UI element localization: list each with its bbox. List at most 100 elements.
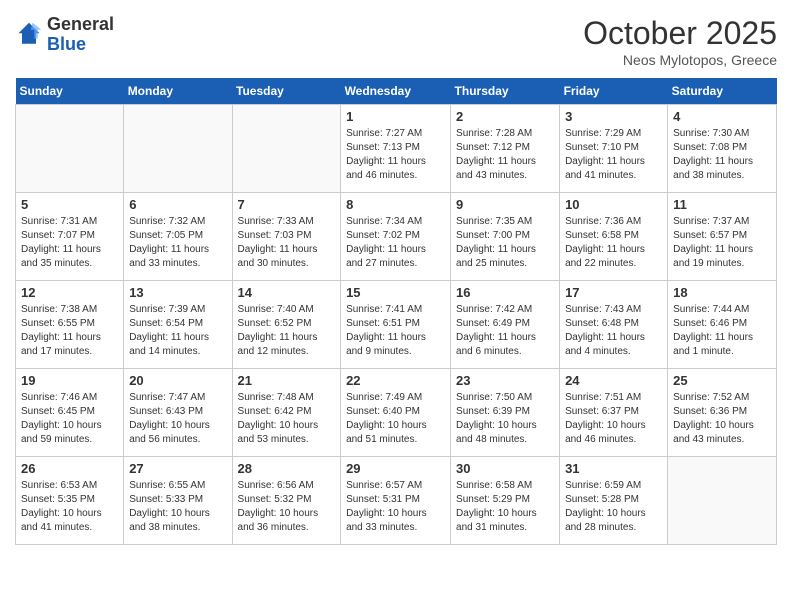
day-number: 11 <box>673 197 771 212</box>
day-info: Sunrise: 7:42 AMSunset: 6:49 PMDaylight:… <box>456 303 554 359</box>
day-cell <box>124 105 232 193</box>
weekday-header: Tuesday <box>232 78 341 105</box>
day-cell: 14 Sunrise: 7:40 AMSunset: 6:52 PMDayligh… <box>232 281 341 369</box>
location-subtitle: Neos Mylotopos, Greece <box>583 52 777 68</box>
day-info: Sunrise: 7:47 AMSunset: 6:43 PMDaylight:… <box>129 391 226 447</box>
day-number: 9 <box>456 197 554 212</box>
day-number: 31 <box>565 461 662 476</box>
day-number: 20 <box>129 373 226 388</box>
calendar-table: SundayMondayTuesdayWednesdayThursdayFrid… <box>15 78 777 545</box>
day-info: Sunrise: 6:57 AMSunset: 5:31 PMDaylight:… <box>346 479 445 535</box>
day-number: 21 <box>238 373 336 388</box>
day-cell: 10Sunrise: 7:36 AMSunset: 6:58 PMDayligh… <box>560 193 668 281</box>
day-cell: 6 Sunrise: 7:32 AMSunset: 7:05 PMDaylight… <box>124 193 232 281</box>
day-info: Sunrise: 7:46 AMSunset: 6:45 PMDaylight:… <box>21 391 118 447</box>
day-info: Sunrise: 7:33 AMSunset: 7:03 PMDaylight:… <box>238 215 336 271</box>
day-number: 15 <box>346 285 445 300</box>
day-cell: 29 Sunrise: 6:57 AMSunset: 5:31 PMDayligh… <box>341 457 451 545</box>
day-info: Sunrise: 7:51 AMSunset: 6:37 PMDaylight:… <box>565 391 662 447</box>
day-cell <box>668 457 777 545</box>
day-info: Sunrise: 7:31 AMSunset: 7:07 PMDaylight:… <box>21 215 118 271</box>
day-cell: 28 Sunrise: 6:56 AMSunset: 5:32 PMDayligh… <box>232 457 341 545</box>
day-info: Sunrise: 7:49 AMSunset: 6:40 PMDaylight:… <box>346 391 445 447</box>
day-number: 28 <box>238 461 336 476</box>
day-cell: 5 Sunrise: 7:31 AMSunset: 7:07 PMDaylight… <box>16 193 124 281</box>
day-info: Sunrise: 6:53 AMSunset: 5:35 PMDaylight:… <box>21 479 118 535</box>
day-cell: 3Sunrise: 7:29 AMSunset: 7:10 PMDaylight… <box>560 105 668 193</box>
month-title: October 2025 <box>583 15 777 52</box>
day-number: 4 <box>673 109 771 124</box>
day-number: 23 <box>456 373 554 388</box>
day-info: Sunrise: 7:43 AMSunset: 6:48 PMDaylight:… <box>565 303 662 359</box>
day-cell: 21 Sunrise: 7:48 AMSunset: 6:42 PMDayligh… <box>232 369 341 457</box>
weekday-header-row: SundayMondayTuesdayWednesdayThursdayFrid… <box>16 78 777 105</box>
day-cell <box>232 105 341 193</box>
day-info: Sunrise: 7:32 AMSunset: 7:05 PMDaylight:… <box>129 215 226 271</box>
logo-line1: General <box>47 15 114 35</box>
day-cell: 4 Sunrise: 7:30 AMSunset: 7:08 PMDaylight… <box>668 105 777 193</box>
day-number: 14 <box>238 285 336 300</box>
day-info: Sunrise: 7:34 AMSunset: 7:02 PMDaylight:… <box>346 215 445 271</box>
day-number: 2 <box>456 109 554 124</box>
day-cell: 8 Sunrise: 7:34 AMSunset: 7:02 PMDaylight… <box>341 193 451 281</box>
day-number: 16 <box>456 285 554 300</box>
day-number: 30 <box>456 461 554 476</box>
week-row: 12Sunrise: 7:38 AMSunset: 6:55 PMDayligh… <box>16 281 777 369</box>
day-info: Sunrise: 7:35 AMSunset: 7:00 PMDaylight:… <box>456 215 554 271</box>
week-row: 26 Sunrise: 6:53 AMSunset: 5:35 PMDayligh… <box>16 457 777 545</box>
logo-line2: Blue <box>47 35 114 55</box>
day-info: Sunrise: 7:40 AMSunset: 6:52 PMDaylight:… <box>238 303 336 359</box>
day-info: Sunrise: 7:52 AMSunset: 6:36 PMDaylight:… <box>673 391 771 447</box>
title-block: October 2025 Neos Mylotopos, Greece <box>583 15 777 68</box>
day-cell: 23Sunrise: 7:50 AMSunset: 6:39 PMDayligh… <box>451 369 560 457</box>
weekday-header: Wednesday <box>341 78 451 105</box>
day-number: 24 <box>565 373 662 388</box>
day-cell: 17 Sunrise: 7:43 AMSunset: 6:48 PMDayligh… <box>560 281 668 369</box>
day-number: 6 <box>129 197 226 212</box>
day-number: 17 <box>565 285 662 300</box>
day-number: 19 <box>21 373 118 388</box>
day-info: Sunrise: 7:38 AMSunset: 6:55 PMDaylight:… <box>21 303 118 359</box>
day-number: 25 <box>673 373 771 388</box>
week-row: 19 Sunrise: 7:46 AMSunset: 6:45 PMDayligh… <box>16 369 777 457</box>
day-cell: 13Sunrise: 7:39 AMSunset: 6:54 PMDayligh… <box>124 281 232 369</box>
day-number: 26 <box>21 461 118 476</box>
day-cell: 30Sunrise: 6:58 AMSunset: 5:29 PMDayligh… <box>451 457 560 545</box>
weekday-header: Thursday <box>451 78 560 105</box>
day-cell: 2 Sunrise: 7:28 AMSunset: 7:12 PMDaylight… <box>451 105 560 193</box>
day-info: Sunrise: 6:56 AMSunset: 5:32 PMDaylight:… <box>238 479 336 535</box>
week-row: 1 Sunrise: 7:27 AMSunset: 7:13 PMDaylight… <box>16 105 777 193</box>
logo: General Blue <box>15 15 114 55</box>
day-cell: 15Sunrise: 7:41 AMSunset: 6:51 PMDayligh… <box>341 281 451 369</box>
weekday-header: Friday <box>560 78 668 105</box>
day-info: Sunrise: 7:27 AMSunset: 7:13 PMDaylight:… <box>346 127 445 183</box>
day-number: 29 <box>346 461 445 476</box>
day-cell: 27Sunrise: 6:55 AMSunset: 5:33 PMDayligh… <box>124 457 232 545</box>
weekday-header: Sunday <box>16 78 124 105</box>
day-cell: 9 Sunrise: 7:35 AMSunset: 7:00 PMDaylight… <box>451 193 560 281</box>
day-info: Sunrise: 7:48 AMSunset: 6:42 PMDaylight:… <box>238 391 336 447</box>
day-cell: 20 Sunrise: 7:47 AMSunset: 6:43 PMDayligh… <box>124 369 232 457</box>
weekday-header: Monday <box>124 78 232 105</box>
day-number: 8 <box>346 197 445 212</box>
weekday-header: Saturday <box>668 78 777 105</box>
day-info: Sunrise: 7:36 AMSunset: 6:58 PMDaylight:… <box>565 215 662 271</box>
day-number: 1 <box>346 109 445 124</box>
day-cell: 12Sunrise: 7:38 AMSunset: 6:55 PMDayligh… <box>16 281 124 369</box>
day-cell: 11 Sunrise: 7:37 AMSunset: 6:57 PMDayligh… <box>668 193 777 281</box>
day-number: 7 <box>238 197 336 212</box>
day-number: 5 <box>21 197 118 212</box>
day-info: Sunrise: 7:28 AMSunset: 7:12 PMDaylight:… <box>456 127 554 183</box>
day-cell: 31Sunrise: 6:59 AMSunset: 5:28 PMDayligh… <box>560 457 668 545</box>
day-cell: 18Sunrise: 7:44 AMSunset: 6:46 PMDayligh… <box>668 281 777 369</box>
day-number: 18 <box>673 285 771 300</box>
day-info: Sunrise: 7:37 AMSunset: 6:57 PMDaylight:… <box>673 215 771 271</box>
day-info: Sunrise: 7:30 AMSunset: 7:08 PMDaylight:… <box>673 127 771 183</box>
day-cell: 7 Sunrise: 7:33 AMSunset: 7:03 PMDaylight… <box>232 193 341 281</box>
day-number: 22 <box>346 373 445 388</box>
day-info: Sunrise: 7:39 AMSunset: 6:54 PMDaylight:… <box>129 303 226 359</box>
day-cell: 16 Sunrise: 7:42 AMSunset: 6:49 PMDayligh… <box>451 281 560 369</box>
day-cell: 22 Sunrise: 7:49 AMSunset: 6:40 PMDayligh… <box>341 369 451 457</box>
day-info: Sunrise: 7:29 AMSunset: 7:10 PMDaylight:… <box>565 127 662 183</box>
day-cell: 26 Sunrise: 6:53 AMSunset: 5:35 PMDayligh… <box>16 457 124 545</box>
